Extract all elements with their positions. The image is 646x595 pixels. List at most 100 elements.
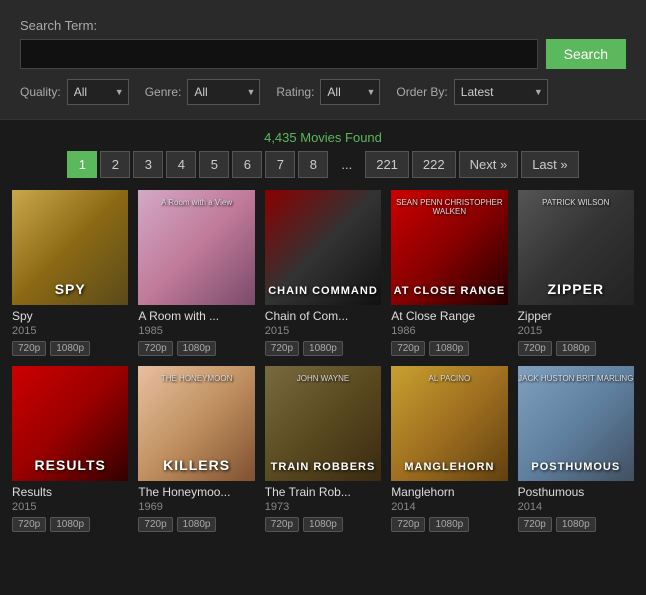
movie-title: Manglehorn <box>391 485 507 499</box>
quality-label: Quality: <box>20 85 61 99</box>
search-input[interactable] <box>20 39 538 69</box>
movies-grid: SPYSpy2015720p1080pA Room with a ViewA R… <box>0 190 646 544</box>
quality-badge[interactable]: 720p <box>12 341 46 356</box>
orderby-select[interactable]: Latest Alphabetical Rating Year <box>454 79 548 105</box>
page-btn-5[interactable]: 5 <box>199 151 229 178</box>
last-button[interactable]: Last » <box>521 151 578 178</box>
pagination: 1 2 3 4 5 6 7 8 ... 221 222 Next » Last … <box>0 151 646 190</box>
movie-year: 2015 <box>518 325 634 337</box>
quality-filter-group: Quality: All 720p 1080p 3D <box>20 79 129 105</box>
quality-badge[interactable]: 720p <box>391 517 425 532</box>
genre-filter-group: Genre: All Action Comedy Drama <box>145 79 261 105</box>
movie-poster: A Room with a View <box>138 190 254 305</box>
movie-card[interactable]: CHAIN COMMAND Chain of Com... 2015 720p 1080… <box>265 190 381 356</box>
movie-year: 1986 <box>391 325 507 337</box>
quality-badges: 720p 1080p <box>138 341 254 356</box>
quality-badges: 720p 1080p <box>391 517 507 532</box>
page-btn-6[interactable]: 6 <box>232 151 262 178</box>
quality-badge[interactable]: 1080p <box>50 517 90 532</box>
quality-badge[interactable]: 720p <box>138 341 172 356</box>
quality-badge[interactable]: 1080p <box>429 517 469 532</box>
movie-card[interactable]: SEAN PENN CHRISTOPHER WALKENAT CLOSE RAN… <box>391 190 507 356</box>
filters-row: Quality: All 720p 1080p 3D Genre: All Ac… <box>20 79 626 105</box>
movie-card[interactable]: THE HONEYMOONKILLERS The Honeymoo... 1969 7… <box>138 366 254 532</box>
movie-card[interactable]: JOHN WAYNETRAIN ROBBERSThe Train Rob...1… <box>265 366 381 532</box>
quality-badges: 720p 1080p <box>138 517 254 532</box>
movie-poster: JOHN WAYNETRAIN ROBBERS <box>265 366 381 481</box>
quality-badges: 720p 1080p <box>518 517 634 532</box>
quality-badge[interactable]: 720p <box>518 517 552 532</box>
page-btn-1[interactable]: 1 <box>67 151 97 178</box>
search-button[interactable]: Search <box>546 39 626 69</box>
quality-badge[interactable]: 1080p <box>556 517 596 532</box>
movie-year: 1985 <box>138 325 254 337</box>
page-btn-221[interactable]: 221 <box>365 151 409 178</box>
movie-poster: SPY <box>12 190 128 305</box>
page-btn-222[interactable]: 222 <box>412 151 456 178</box>
page-btn-2[interactable]: 2 <box>100 151 130 178</box>
movie-card[interactable]: PATRICK WILSONZIPPER Zipper 2015 720p 1080p <box>518 190 634 356</box>
movie-title: Spy <box>12 309 128 323</box>
quality-badge[interactable]: 1080p <box>177 517 217 532</box>
movie-card[interactable]: SPY Spy 2015 720p 1080p <box>12 190 128 356</box>
movie-title: Results <box>12 485 128 499</box>
quality-select-wrapper: All 720p 1080p 3D <box>67 79 129 105</box>
movie-title: The Honeymoo... <box>138 485 254 499</box>
quality-badge[interactable]: 1080p <box>303 341 343 356</box>
rating-select-wrapper: All 1+ 5+ 8+ <box>320 79 380 105</box>
movie-title: Posthumous <box>518 485 634 499</box>
quality-select[interactable]: All 720p 1080p 3D <box>67 79 129 105</box>
movie-poster: CHAIN COMMAND <box>265 190 381 305</box>
orderby-select-wrapper: Latest Alphabetical Rating Year <box>454 79 548 105</box>
movie-year: 2014 <box>518 501 634 513</box>
quality-badge[interactable]: 720p <box>12 517 46 532</box>
quality-badge[interactable]: 1080p <box>177 341 217 356</box>
orderby-filter-group: Order By: Latest Alphabetical Rating Yea… <box>396 79 547 105</box>
movie-year: 2015 <box>12 501 128 513</box>
quality-badge[interactable]: 1080p <box>429 341 469 356</box>
page-btn-7[interactable]: 7 <box>265 151 295 178</box>
next-button[interactable]: Next » <box>459 151 519 178</box>
results-count: 4,435 Movies Found <box>0 120 646 151</box>
movie-year: 2015 <box>265 325 381 337</box>
movie-card[interactable]: RESULTS Results 2015 720p 1080p <box>12 366 128 532</box>
movie-poster: THE HONEYMOONKILLERS <box>138 366 254 481</box>
rating-filter-group: Rating: All 1+ 5+ 8+ <box>276 79 380 105</box>
search-section: Search Term: Search Quality: All 720p 10… <box>0 0 646 120</box>
quality-badge[interactable]: 720p <box>265 517 299 532</box>
movie-title: A Room with ... <box>138 309 254 323</box>
movie-poster: PATRICK WILSONZIPPER <box>518 190 634 305</box>
movie-poster: SEAN PENN CHRISTOPHER WALKENAT CLOSE RAN… <box>391 190 507 305</box>
quality-badge[interactable]: 720p <box>391 341 425 356</box>
genre-select[interactable]: All Action Comedy Drama <box>187 79 260 105</box>
movie-poster: JACK HUSTON BRIT MARLINGPOSTHUMOUS <box>518 366 634 481</box>
movie-title: At Close Range <box>391 309 507 323</box>
movie-year: 1969 <box>138 501 254 513</box>
rating-label: Rating: <box>276 85 314 99</box>
movie-poster: RESULTS <box>12 366 128 481</box>
page-btn-8[interactable]: 8 <box>298 151 328 178</box>
search-row: Search <box>20 39 626 69</box>
quality-badges: 720p 1080p <box>518 341 634 356</box>
quality-badge[interactable]: 720p <box>265 341 299 356</box>
quality-badge[interactable]: 1080p <box>556 341 596 356</box>
movie-year: 2014 <box>391 501 507 513</box>
quality-badges: 720p 1080p <box>265 341 381 356</box>
quality-badge[interactable]: 1080p <box>50 341 90 356</box>
movie-card[interactable]: A Room with a View A Room with ... 1985 720… <box>138 190 254 356</box>
movie-year: 2015 <box>12 325 128 337</box>
page-btn-4[interactable]: 4 <box>166 151 196 178</box>
movie-title: Chain of Com... <box>265 309 381 323</box>
quality-badge[interactable]: 720p <box>518 341 552 356</box>
movie-year: 1973 <box>265 501 381 513</box>
quality-badge[interactable]: 720p <box>138 517 172 532</box>
quality-badges: 720p 1080p <box>265 517 381 532</box>
movie-card[interactable]: JACK HUSTON BRIT MARLINGPOSTHUMOUS Posthu… <box>518 366 634 532</box>
page-btn-3[interactable]: 3 <box>133 151 163 178</box>
movie-card[interactable]: AL PACINOMANGLEHORN Manglehorn 2014 720p 108… <box>391 366 507 532</box>
movie-poster: AL PACINOMANGLEHORN <box>391 366 507 481</box>
movie-title: Zipper <box>518 309 634 323</box>
genre-select-wrapper: All Action Comedy Drama <box>187 79 260 105</box>
quality-badge[interactable]: 1080p <box>303 517 343 532</box>
rating-select[interactable]: All 1+ 5+ 8+ <box>320 79 380 105</box>
